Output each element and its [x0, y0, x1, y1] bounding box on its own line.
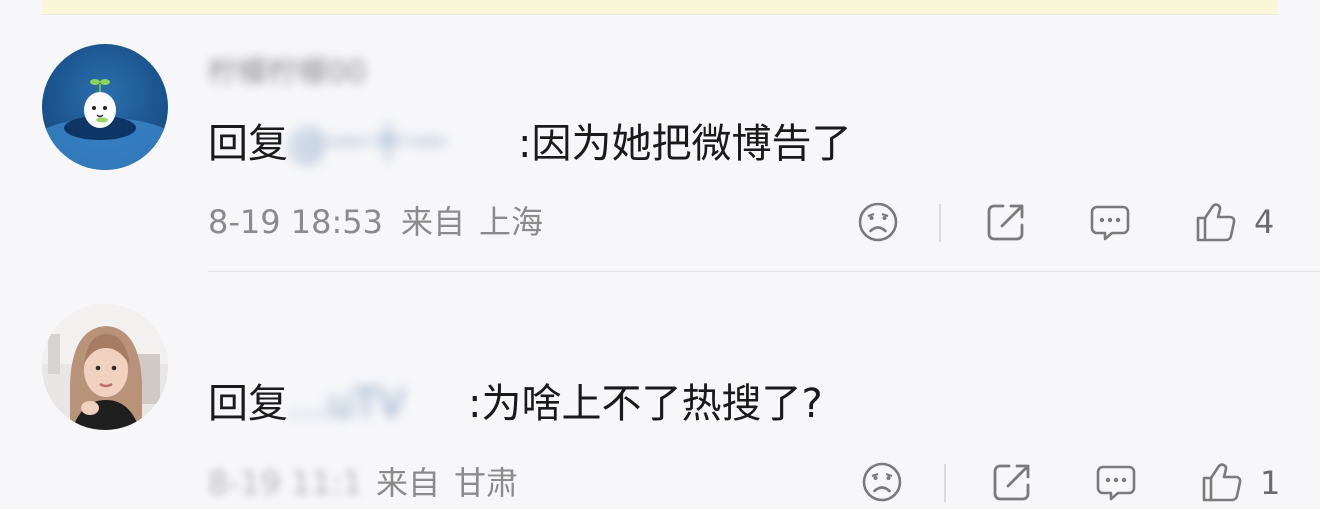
username[interactable]: 柠檬柠檬00: [208, 58, 418, 88]
reply-target-link[interactable]: …uTV: [288, 378, 468, 430]
source-label: 来自: [401, 203, 466, 241]
source-location: 上海: [479, 203, 544, 241]
avatar[interactable]: [42, 304, 168, 430]
reply-prefix: 回复: [208, 121, 288, 167]
comment-text: 回复…uTV:为啥上不了热搜了?: [208, 378, 823, 430]
photo-woman-avatar-image: [42, 304, 168, 430]
source-label: 来自: [376, 464, 441, 502]
action-divider: [939, 204, 941, 242]
reply-body: :为啥上不了热搜了?: [468, 381, 823, 427]
comment-item: 柠檬柠檬00 回复@一十一:因为她把微博告了 8-19 18:53 来自 上海 4: [0, 14, 1320, 272]
comment-bubble-icon[interactable]: [1088, 200, 1132, 244]
action-divider: [944, 464, 946, 502]
reply-body: :因为她把微博告了: [518, 121, 852, 167]
like-count: 1: [1260, 464, 1281, 502]
cartoon-sprout-avatar-image: [42, 44, 168, 170]
thumbs-up-icon[interactable]: [1194, 200, 1238, 244]
comment-bubble-icon[interactable]: [1094, 460, 1138, 504]
frown-face-icon[interactable]: [856, 200, 900, 244]
comment-item: 回复…uTV:为啥上不了热搜了? 8-19 11:12 来自甘肃 1: [0, 272, 1320, 509]
reply-prefix: 回复: [208, 381, 288, 427]
share-arrow-icon[interactable]: [990, 460, 1034, 504]
top-banner: [42, 0, 1278, 15]
comment-time: 8-19 11:12: [208, 464, 358, 502]
reply-target-link[interactable]: @一十一: [288, 118, 518, 170]
comment-meta: 8-19 18:53 来自 上海: [208, 202, 543, 242]
comment-time: 8-19 18:53: [208, 203, 384, 241]
avatar[interactable]: [42, 44, 168, 170]
source-location: 甘肃: [454, 464, 519, 502]
share-arrow-icon[interactable]: [984, 200, 1028, 244]
comment-meta: 8-19 11:12 来自甘肃: [208, 463, 518, 503]
frown-face-icon[interactable]: [860, 460, 904, 504]
like-count: 4: [1254, 203, 1275, 241]
comment-text: 回复@一十一:因为她把微博告了: [208, 118, 851, 170]
thumbs-up-icon[interactable]: [1200, 460, 1244, 504]
